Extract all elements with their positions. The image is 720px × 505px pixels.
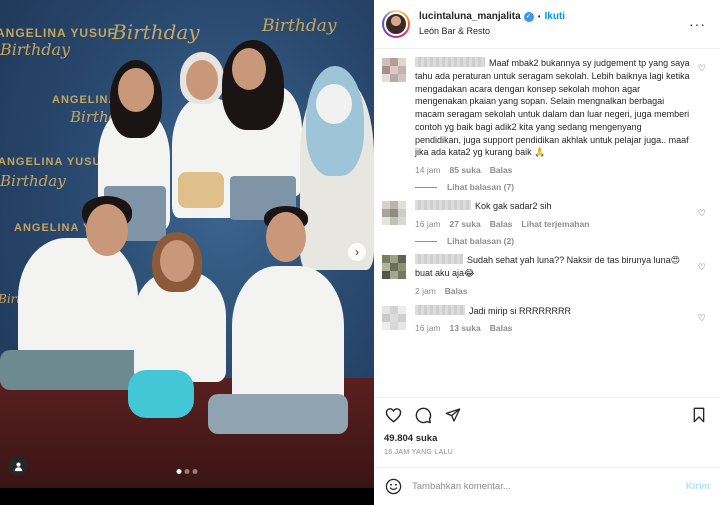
censored-username[interactable] bbox=[415, 254, 463, 265]
carousel-dot bbox=[176, 469, 182, 474]
view-replies-button[interactable]: Lihat balasan (2) bbox=[415, 236, 706, 246]
comment-likes[interactable]: 27 suka bbox=[450, 218, 481, 230]
pixelated-avatar[interactable] bbox=[382, 255, 406, 280]
post-actions: 49.804 suka 16 JAM YANG LALU bbox=[374, 397, 720, 467]
comment-button[interactable] bbox=[414, 406, 432, 424]
reply-button[interactable]: Balas bbox=[490, 218, 513, 230]
view-replies-label: Lihat balasan (7) bbox=[447, 182, 515, 193]
comment-likes[interactable]: 13 suka bbox=[450, 322, 481, 334]
see-translation-button[interactable]: Lihat terjemahan bbox=[521, 218, 589, 230]
person-head bbox=[186, 60, 218, 100]
person-head bbox=[118, 68, 154, 112]
trousers bbox=[208, 394, 348, 434]
emoji-button[interactable] bbox=[384, 478, 402, 496]
pixelated-avatar[interactable] bbox=[382, 305, 406, 330]
comment-item: Sudah sehat yah luna?? Naksir de tas bir… bbox=[382, 254, 706, 297]
tagged-users-button[interactable] bbox=[8, 456, 28, 476]
avatar[interactable] bbox=[384, 12, 408, 36]
comment-item: Kok gak sadar2 sih 16 jam 27 suka Balas … bbox=[382, 200, 706, 230]
profile-avatar-ring[interactable] bbox=[382, 10, 410, 38]
follow-button[interactable]: Ikuti bbox=[545, 11, 566, 24]
emoji-smiley-icon bbox=[385, 478, 401, 495]
carousel-dot bbox=[184, 469, 190, 474]
view-replies-button[interactable]: Lihat balasan (7) bbox=[415, 182, 706, 192]
separator-dot: • bbox=[537, 12, 541, 22]
verified-badge-icon: ✓ bbox=[523, 12, 534, 23]
blue-bag bbox=[128, 370, 194, 418]
post-timestamp: 16 JAM YANG LALU bbox=[384, 449, 454, 456]
add-comment-bar: Kirim bbox=[374, 467, 720, 505]
comment-time[interactable]: 14 jam bbox=[415, 164, 441, 176]
post-header: lucintaluna_manjalita ✓ • Ikuti León Bar… bbox=[374, 0, 720, 49]
carousel-dot bbox=[192, 469, 198, 474]
person-head bbox=[232, 48, 266, 90]
comments-list: Maaf mbak2 bukannya sy judgement tp yang… bbox=[374, 49, 720, 397]
censored-username[interactable] bbox=[415, 200, 471, 211]
like-comment-heart-icon[interactable]: ♡ bbox=[698, 262, 706, 273]
bookmark-icon bbox=[693, 407, 705, 423]
banner-birthday: Birthday bbox=[0, 172, 66, 190]
comment-bubble-icon bbox=[415, 407, 431, 423]
reply-button[interactable]: Balas bbox=[445, 285, 468, 297]
pixelated-avatar[interactable] bbox=[382, 201, 406, 226]
save-button[interactable] bbox=[690, 406, 708, 424]
replies-divider bbox=[415, 240, 437, 242]
comment-item: Maaf mbak2 bukannya sy judgement tp yang… bbox=[382, 57, 706, 176]
face-veil bbox=[316, 84, 352, 124]
comment-likes[interactable]: 85 suka bbox=[450, 164, 481, 176]
comment-text: Kok gak sadar2 sih bbox=[475, 201, 552, 212]
post-details-panel: lucintaluna_manjalita ✓ • Ikuti León Bar… bbox=[374, 0, 720, 505]
username-link[interactable]: lucintaluna_manjalita bbox=[419, 11, 521, 24]
comment-text: Maaf mbak2 bukannya sy judgement tp yang… bbox=[415, 58, 690, 158]
pixelated-avatar[interactable] bbox=[382, 58, 406, 82]
banner-birthday: Birthday bbox=[112, 20, 200, 44]
heart-icon bbox=[385, 408, 401, 423]
location-link[interactable]: León Bar & Resto bbox=[419, 26, 565, 37]
carousel-indicator bbox=[176, 469, 198, 474]
comment-input[interactable] bbox=[412, 481, 686, 492]
person-head bbox=[86, 204, 128, 256]
share-button[interactable] bbox=[444, 406, 462, 424]
banner-birthday: Birthday bbox=[262, 16, 337, 36]
reply-button[interactable]: Balas bbox=[490, 164, 513, 176]
like-comment-heart-icon[interactable]: ♡ bbox=[698, 208, 706, 219]
instagram-post-modal: ANGELINA YUSUF Birthday Birthday Birthda… bbox=[0, 0, 720, 505]
banner-name: ANGELINA YUSUF bbox=[0, 156, 110, 168]
censored-username[interactable] bbox=[415, 304, 465, 315]
comment-time[interactable]: 2 jam bbox=[415, 285, 436, 297]
banner-name: ANGELINA YUSUF bbox=[0, 26, 117, 40]
person-head bbox=[266, 212, 306, 262]
person-head bbox=[160, 240, 194, 282]
handbag bbox=[178, 172, 224, 208]
likes-count[interactable]: 49.804 suka bbox=[384, 433, 708, 444]
view-replies-label: Lihat balasan (2) bbox=[447, 236, 515, 247]
comment-text: Jadi mirip si RRRRRRRR bbox=[469, 305, 572, 316]
like-comment-heart-icon[interactable]: ♡ bbox=[698, 313, 706, 324]
next-photo-button[interactable]: › bbox=[348, 243, 366, 261]
comment-time[interactable]: 16 jam bbox=[415, 218, 441, 230]
comment-time[interactable]: 16 jam bbox=[415, 322, 441, 334]
comment-item: Jadi mirip si RRRRRRRR 16 jam 13 suka Ba… bbox=[382, 304, 706, 335]
like-comment-heart-icon[interactable]: ♡ bbox=[698, 63, 706, 74]
like-button[interactable] bbox=[384, 406, 402, 424]
banner-birthday: Birthday bbox=[0, 40, 71, 59]
more-options-icon[interactable]: ··· bbox=[689, 16, 706, 32]
post-photo[interactable]: ANGELINA YUSUF Birthday Birthday Birthda… bbox=[0, 0, 374, 488]
replies-divider bbox=[415, 186, 437, 188]
post-comment-button[interactable]: Kirim bbox=[686, 481, 710, 492]
reply-button[interactable]: Balas bbox=[490, 322, 513, 334]
paper-plane-icon bbox=[445, 408, 461, 422]
censored-username[interactable] bbox=[415, 57, 485, 67]
person-icon bbox=[14, 462, 22, 471]
